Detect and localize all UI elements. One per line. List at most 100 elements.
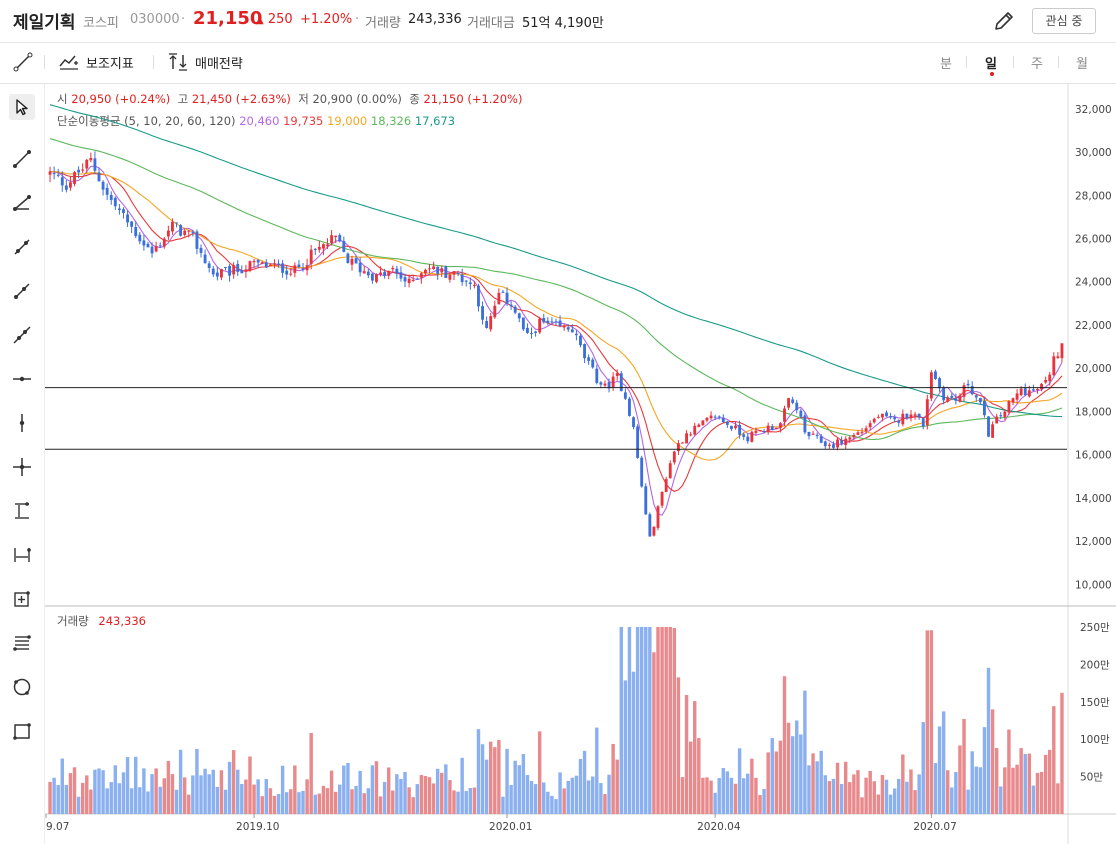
volume-bar (60, 758, 64, 814)
candle-body (1056, 356, 1060, 359)
candle-body (1003, 411, 1007, 418)
volume-bar (652, 652, 656, 814)
volume-bar (382, 781, 387, 814)
candle-body (60, 177, 64, 186)
circle-icon[interactable] (9, 674, 35, 700)
price-range-icon[interactable] (9, 498, 35, 524)
watchlist-button[interactable]: 관심 중 (1032, 8, 1096, 34)
candle-body (958, 395, 962, 402)
candle-body (754, 430, 758, 433)
amount-label: 거래대금 (467, 16, 515, 31)
volume-bar (56, 785, 60, 814)
candle-body (827, 444, 831, 446)
candle-body (860, 432, 864, 434)
active-period-dot (990, 72, 994, 76)
volume-bar (101, 770, 105, 814)
candle-body (819, 436, 823, 443)
volume-bar (721, 767, 726, 814)
segment-icon[interactable] (9, 234, 35, 260)
candle-body (166, 230, 170, 237)
angle-line-icon[interactable] (9, 190, 35, 216)
volume-bar (615, 759, 619, 814)
candle-body (664, 479, 668, 493)
cursor-icon[interactable] (9, 94, 35, 120)
indicator-button[interactable]: 보조지표 (58, 51, 134, 73)
candle-body (228, 265, 232, 276)
ma60-line (49, 138, 1063, 440)
candlestick-chart[interactable]: 32,000 30,000 28,000 26,000 24,000 22,000 20,0… (45, 84, 1116, 844)
candle-body (432, 266, 436, 270)
volume-bar (627, 626, 632, 814)
candle-body (603, 383, 607, 386)
candle-body (489, 316, 493, 330)
period-minute[interactable]: 분 (940, 53, 952, 72)
candle-body (1052, 356, 1056, 376)
period-week[interactable]: 주 (1031, 53, 1043, 72)
strategy-button[interactable]: 매매전략 (167, 51, 243, 73)
candle-body (840, 439, 844, 444)
candle-body (419, 273, 423, 278)
horizontal-line-icon[interactable] (9, 366, 35, 392)
candle-body (762, 431, 766, 433)
volume-bar (1048, 749, 1052, 814)
candle-body (668, 463, 672, 479)
candle-body (713, 416, 717, 418)
price-tick-label: 10,000 (1075, 579, 1112, 591)
candle-body (517, 313, 521, 319)
volume-bar (105, 788, 109, 814)
candle-body (175, 222, 178, 224)
candle-body (171, 221, 174, 232)
rectangle-icon[interactable] (9, 718, 35, 744)
candle-body (142, 240, 146, 246)
volume-bar (297, 792, 301, 814)
volume-bar (386, 767, 391, 814)
divider (1058, 56, 1059, 68)
candle-body (199, 247, 203, 253)
volume-bar (223, 789, 228, 814)
chart-area[interactable]: 시 20,950 (+0.24%) 고 21,450 (+2.63%) 저 20… (45, 84, 1116, 844)
volume-bar (913, 790, 917, 814)
candle-body (1044, 379, 1048, 383)
candle-body (942, 387, 946, 401)
candle-body (872, 418, 876, 423)
extended-line-icon[interactable] (9, 322, 35, 348)
candle-body (672, 451, 676, 463)
period-month[interactable]: 월 (1076, 53, 1088, 72)
candle-body (81, 169, 85, 171)
candle-body (97, 172, 101, 182)
pencil-icon[interactable] (992, 9, 1016, 33)
volume-bar (199, 775, 203, 814)
volume-bar (276, 793, 281, 814)
candle-body (591, 359, 595, 368)
date-range-icon[interactable] (9, 542, 35, 568)
candle-body (709, 415, 713, 419)
candle-body (864, 428, 868, 432)
candle-body (468, 282, 472, 285)
period-day[interactable]: 일 (985, 53, 997, 72)
volume-bar (725, 771, 730, 814)
candle-body (146, 243, 150, 248)
line-icon[interactable] (9, 146, 35, 172)
volume-bar (741, 778, 746, 814)
ray-icon[interactable] (9, 278, 35, 304)
add-box-icon[interactable] (9, 586, 35, 612)
candle-body (917, 413, 921, 418)
candle-body (281, 263, 285, 273)
candle-body (554, 321, 558, 323)
candle-body (868, 423, 872, 428)
price-tick-label: 28,000 (1075, 190, 1112, 202)
candle-body (387, 270, 391, 276)
candle-body (583, 344, 586, 359)
drawing-toggle-button[interactable] (12, 51, 34, 73)
volume-bar (978, 767, 983, 814)
volume-bar (354, 785, 358, 814)
volume-bar (586, 780, 591, 814)
vertical-line-icon[interactable] (9, 410, 35, 436)
volume-bar (93, 769, 97, 814)
fib-lines-icon[interactable] (9, 630, 35, 656)
volume-bar (990, 709, 995, 814)
candle-body (538, 318, 542, 333)
crosshair-icon[interactable] (9, 454, 35, 480)
candle-body (56, 174, 60, 176)
candle-body (848, 437, 852, 440)
